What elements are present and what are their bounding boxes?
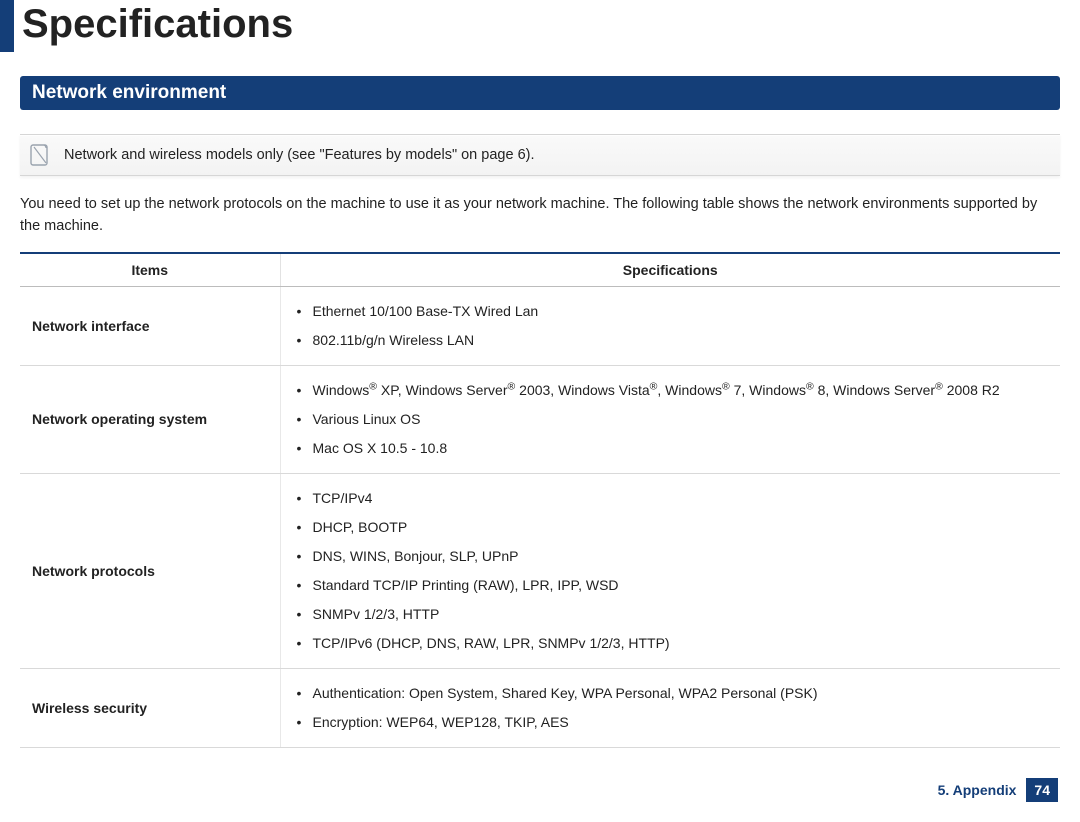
spec-bullet: TCP/IPv4 [293, 484, 1049, 513]
item-cell: Network protocols [20, 473, 280, 668]
item-cell: Wireless security [20, 668, 280, 747]
spec-bullet: Encryption: WEP64, WEP128, TKIP, AES [293, 708, 1049, 737]
spec-bullet: DHCP, BOOTP [293, 513, 1049, 542]
spec-cell: Windows® XP, Windows Server® 2003, Windo… [280, 365, 1060, 473]
footer-page-number: 74 [1026, 778, 1058, 802]
intro-paragraph: You need to set up the network protocols… [20, 194, 1060, 238]
spec-cell: Ethernet 10/100 Base-TX Wired Lan802.11b… [280, 286, 1060, 365]
spec-bullet: TCP/IPv6 (DHCP, DNS, RAW, LPR, SNMPv 1/2… [293, 629, 1049, 658]
spec-bullet: Standard TCP/IP Printing (RAW), LPR, IPP… [293, 571, 1049, 600]
th-specs: Specifications [280, 253, 1060, 287]
spec-bullet: Ethernet 10/100 Base-TX Wired Lan [293, 297, 1049, 326]
table-row: Network operating system Windows® XP, Win… [20, 365, 1060, 473]
table-row: Network interfaceEthernet 10/100 Base-TX… [20, 286, 1060, 365]
specifications-table: Items Specifications Network interfaceEt… [20, 252, 1060, 748]
spec-bullet: Windows® XP, Windows Server® 2003, Windo… [293, 376, 1049, 405]
table-row: Wireless security Authentication: Open Sy… [20, 668, 1060, 747]
spec-cell: TCP/IPv4DHCP, BOOTPDNS, WINS, Bonjour, S… [280, 473, 1060, 668]
item-cell: Network operating system [20, 365, 280, 473]
title-accent-bar [0, 0, 14, 52]
note-icon [30, 143, 50, 167]
spec-bullet: 802.11b/g/n Wireless LAN [293, 326, 1049, 355]
th-items: Items [20, 253, 280, 287]
page-title: Specifications [22, 0, 293, 52]
spec-bullet: Authentication: Open System, Shared Key,… [293, 679, 1049, 708]
section-header: Network environment [20, 76, 1060, 110]
note-text: Network and wireless models only (see "F… [64, 147, 535, 163]
item-cell: Network interface [20, 286, 280, 365]
spec-bullet: SNMPv 1/2/3, HTTP [293, 600, 1049, 629]
note-box: Network and wireless models only (see "F… [20, 134, 1060, 176]
spec-bullet: Mac OS X 10.5 - 10.8 [293, 434, 1049, 463]
footer-chapter: 5. Appendix [938, 782, 1017, 798]
table-row: Network protocolsTCP/IPv4DHCP, BOOTPDNS,… [20, 473, 1060, 668]
footer: 5. Appendix 74 [0, 778, 1060, 802]
spec-cell: Authentication: Open System, Shared Key,… [280, 668, 1060, 747]
spec-bullet: Various Linux OS [293, 405, 1049, 434]
page-title-wrap: Specifications [0, 0, 1060, 52]
spec-bullet: DNS, WINS, Bonjour, SLP, UPnP [293, 542, 1049, 571]
